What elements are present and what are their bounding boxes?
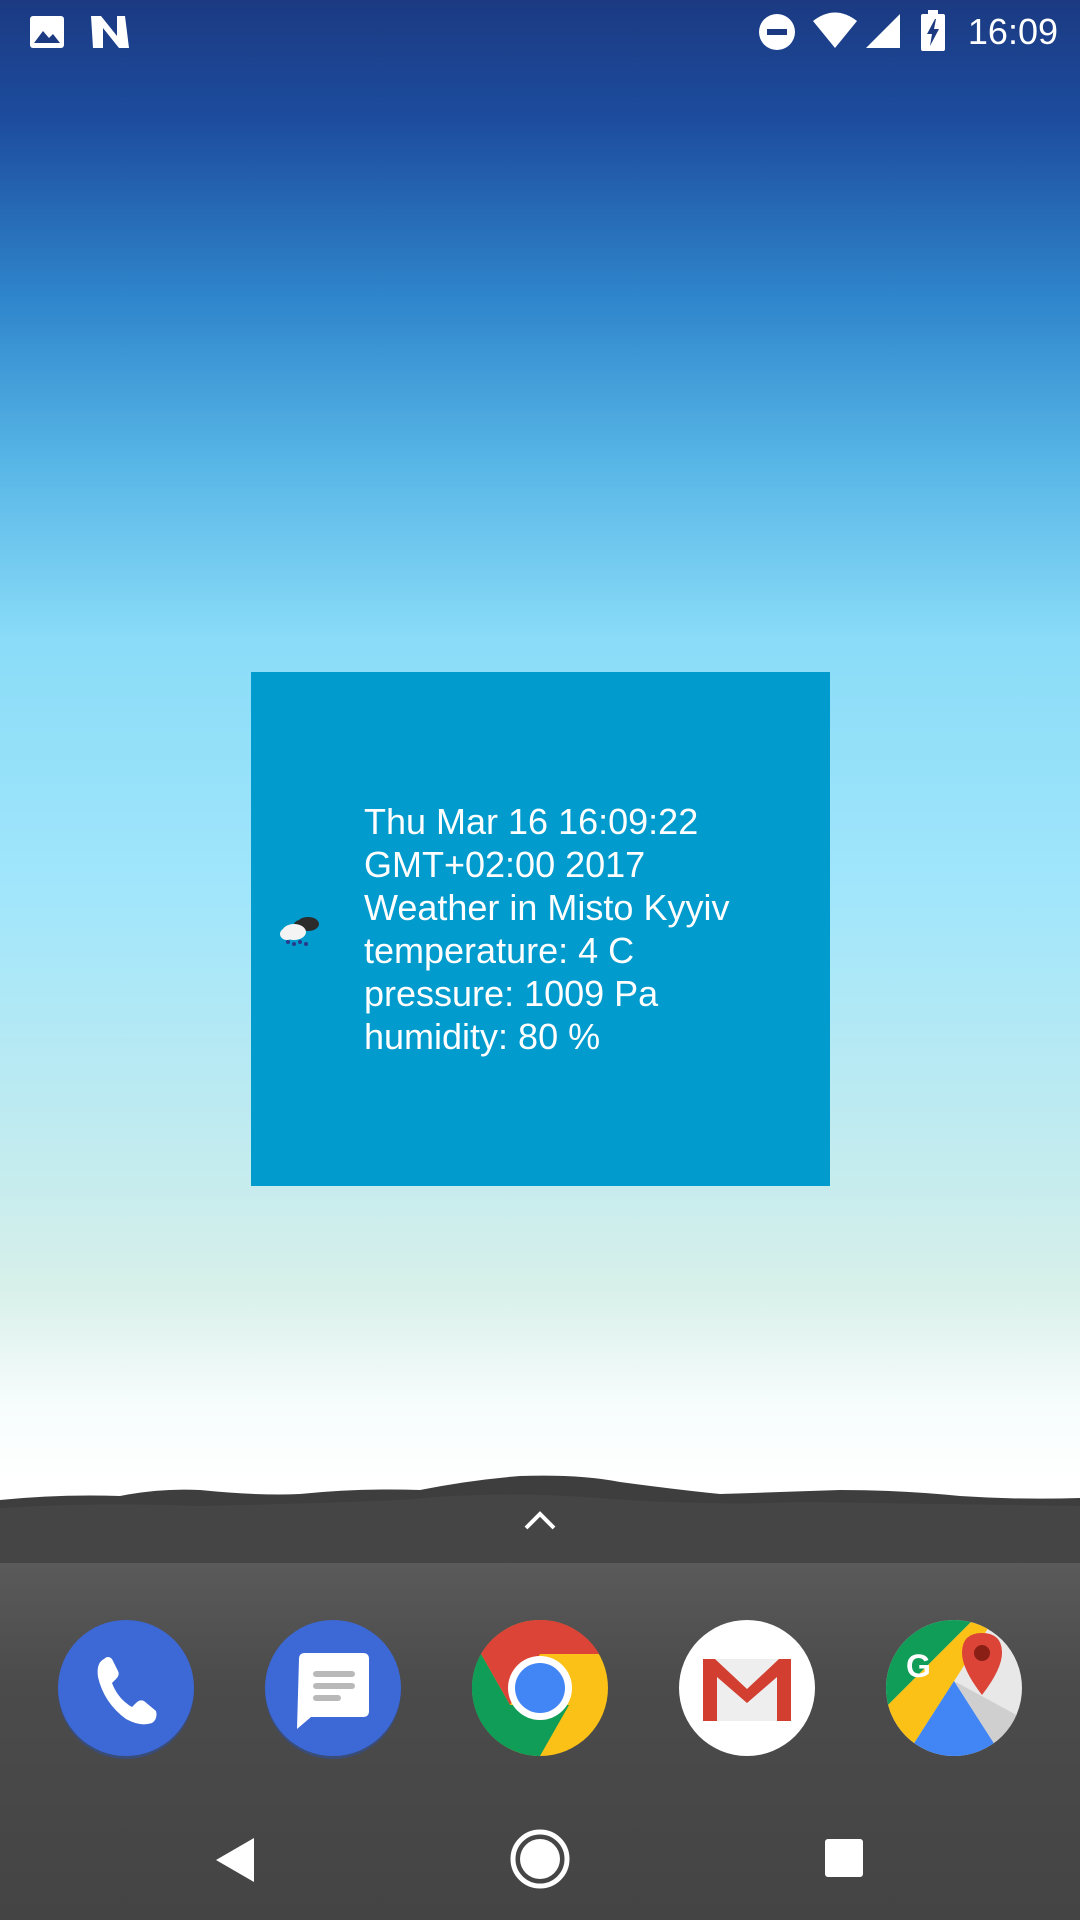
- back-icon[interactable]: [214, 1836, 258, 1884]
- wifi-icon: [813, 12, 857, 48]
- gmail-icon: [679, 1620, 815, 1756]
- navigation-bar: [0, 1776, 1080, 1920]
- chrome-icon: [471, 1619, 608, 1757]
- dock-app-chrome[interactable]: [470, 1619, 610, 1759]
- home-icon[interactable]: [509, 1828, 571, 1890]
- weather-timezone: GMT+02:00 2017: [364, 844, 646, 885]
- dock-app-phone[interactable]: [56, 1619, 196, 1759]
- app-drawer-arrow-icon[interactable]: [520, 1500, 560, 1540]
- gallery-notification-icon: [30, 16, 64, 48]
- weather-date: Thu Mar 16 16:09:22: [364, 801, 699, 842]
- weather-pressure: pressure: 1009 Pa: [364, 973, 659, 1014]
- maps-icon: G: [886, 1620, 1022, 1756]
- weather-info: Thu Mar 16 16:09:22 GMT+02:00 2017 Weath…: [364, 800, 804, 1058]
- messages-icon: [265, 1620, 401, 1759]
- home-screen: 16:09 Thu Mar 16 16:09:22 GMT+02:00 2017…: [0, 0, 1080, 1920]
- status-time: 16:09: [967, 11, 1058, 52]
- weather-widget[interactable]: Thu Mar 16 16:09:22 GMT+02:00 2017 Weath…: [251, 672, 830, 1186]
- status-bar: 16:09: [0, 0, 1080, 63]
- snow-cloud-icon: [280, 917, 319, 946]
- svg-text:G: G: [906, 1648, 931, 1684]
- weather-humidity: humidity: 80 %: [364, 1016, 601, 1057]
- dock-app-messages[interactable]: [263, 1619, 403, 1759]
- cell-signal-icon: [866, 14, 900, 48]
- recents-icon[interactable]: [824, 1838, 864, 1878]
- weather-temperature: temperature: 4 C: [364, 930, 635, 971]
- battery-charging-icon: [921, 10, 945, 51]
- n-notification-icon: [91, 16, 129, 48]
- do-not-disturb-icon: [759, 14, 795, 50]
- phone-icon: [58, 1620, 194, 1759]
- weather-location: Weather in Misto Kyyiv: [364, 887, 730, 928]
- dock-app-gmail[interactable]: [677, 1619, 817, 1759]
- dock-app-maps[interactable]: G: [884, 1619, 1024, 1759]
